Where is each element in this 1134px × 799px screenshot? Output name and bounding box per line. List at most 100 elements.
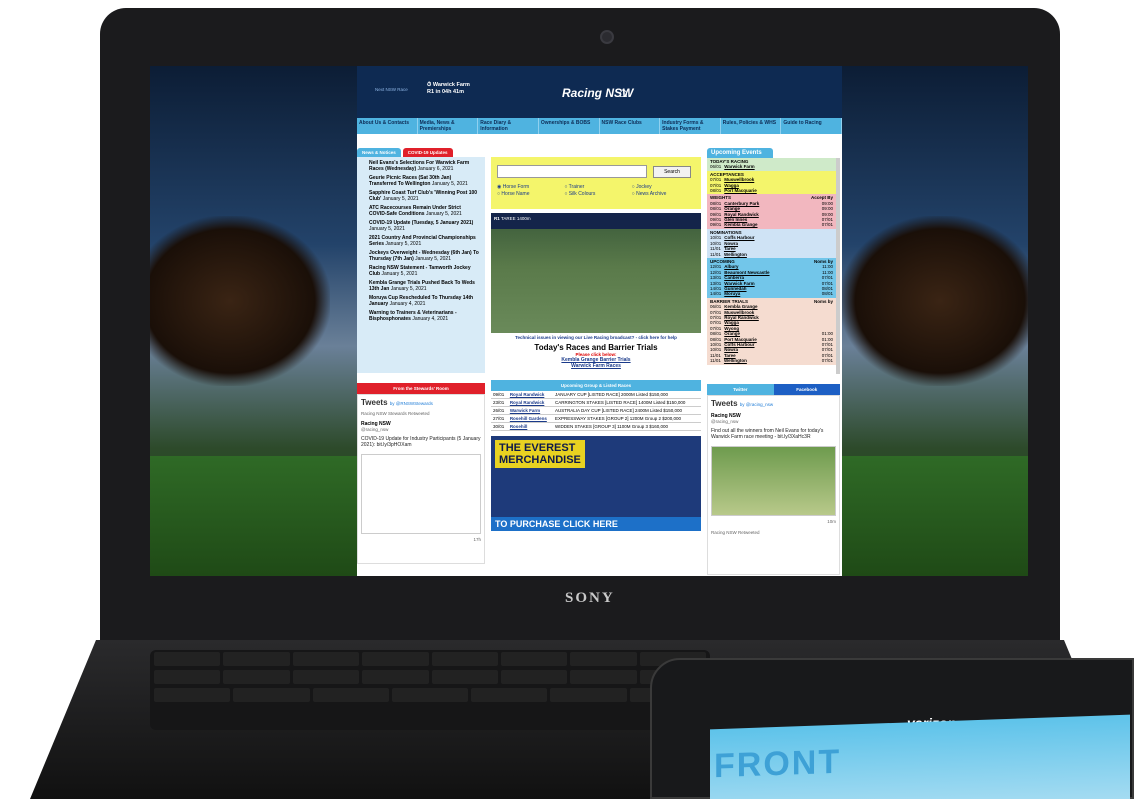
news-item[interactable]: Warning to Trainers & Veterinarians - Bi… (369, 310, 479, 322)
next-race-label[interactable]: Next NSW Race (375, 87, 408, 92)
keyboard (150, 650, 710, 730)
search-panel: Search ◉ Horse Form ○ Trainer ○ Jockey ○… (491, 157, 701, 209)
nav-about[interactable]: About Us & Contacts (357, 118, 418, 134)
key (431, 670, 498, 684)
news-item[interactable]: ATC Racecourses Remain Under Strict COVI… (369, 205, 479, 217)
table-row[interactable]: 09/01 Royal Randwick JANUARY CUP [LISTED R… (491, 391, 701, 399)
laptop-screen: Next NSW Race ⏱ Warwick Farm R1 in 04h 4… (150, 66, 1028, 576)
search-input[interactable] (497, 165, 647, 178)
right-column: Upcoming Events TODAY'S RACING 06/01 Warwi… (707, 148, 840, 575)
news-item[interactable]: Racing NSW Statement - Tamworth Jockey C… (369, 265, 479, 277)
news-item[interactable]: Geurie Picnic Races (Sat 30th Jan) Trans… (369, 175, 479, 187)
key (500, 652, 568, 666)
upcoming-row[interactable]: 11/01 Wellington 07/01 (710, 358, 833, 363)
home-icon[interactable]: ⌂ (619, 84, 628, 101)
tweet-horse-image[interactable] (711, 446, 836, 516)
live-video-player[interactable]: R1 TAREE 1400m (491, 213, 701, 333)
tweet-document-image[interactable] (361, 454, 481, 534)
upcoming-section: WEIGHTS Accept By 08/01 Canterbury Park 09:0… (707, 194, 836, 229)
news-item[interactable]: Kembla Grange Trials Pushed Back To Weds… (369, 280, 479, 292)
tweet-body[interactable]: COVID-19 Update for Industry Participant… (361, 436, 481, 448)
live-help-notice[interactable]: Technical issues in viewing our Live Rac… (493, 335, 699, 340)
upcoming-section: UPCOMING Noms by 12/01 Albury 11:00 12/01 Beau… (707, 257, 836, 298)
phone: verizon FRONT (650, 658, 1134, 799)
search-options: ◉ Horse Form ○ Trainer ○ Jockey ○ Horse … (497, 184, 695, 197)
key (550, 688, 627, 702)
center-column: Search ◉ Horse Form ○ Trainer ○ Jockey ○… (491, 148, 701, 531)
upcoming-section: TODAY'S RACING 06/01 Warwick Farm (707, 158, 836, 171)
retweet-label: Racing NSW Retweeted (711, 530, 760, 535)
news-list: Neil Evans's Selections For Warwick Farm… (357, 157, 485, 373)
video-race-label: R1 (494, 216, 500, 221)
horse-image-right (840, 216, 1028, 386)
tweet-handle[interactable]: @racing_nsw (711, 419, 836, 424)
news-item[interactable]: Sapphire Coast Turf Club's 'Winning Post… (369, 190, 479, 202)
upcoming-row[interactable]: 14/01 Moruya 08/01 (710, 291, 833, 296)
radio-horse-name[interactable]: ○ Horse Name (497, 191, 560, 197)
table-row[interactable]: 23/01 Royal Randwick CARRINGTON STAKES [LI… (491, 398, 701, 407)
news-item[interactable]: Neil Evans's Selections For Warwick Farm… (369, 160, 479, 172)
key (500, 670, 568, 684)
upcoming-row[interactable]: 06/01 Warwick Farm (710, 164, 833, 169)
nav-industry-forms[interactable]: Industry Forms & Stakes Payment (660, 118, 721, 134)
tab-news[interactable]: News & Notices (357, 148, 401, 157)
racing-nsw-website: Next NSW Race ⏱ Warwick Farm R1 in 04h 4… (357, 66, 842, 576)
key (362, 670, 429, 684)
radio-trainer[interactable]: ○ Trainer (564, 184, 627, 190)
radio-horse-form[interactable]: ◉ Horse Form (497, 184, 560, 190)
upcoming-row[interactable]: 11/01 Wellington (710, 252, 833, 257)
news-item[interactable]: Moruya Cup Rescheduled To Thursday 14th … (369, 295, 479, 307)
upcoming-section: ACCEPTANCES 07/01 Muswellbrook 07/01 Wagga 08… (707, 170, 836, 195)
site-header: Next NSW Race ⏱ Warwick Farm R1 in 04h 4… (357, 66, 842, 118)
tab-covid[interactable]: COVID-19 Updates (402, 148, 453, 157)
tweet-body[interactable]: Find out all the winners from Neil Evans… (711, 428, 836, 440)
nav-race-clubs[interactable]: NSW Race Clubs (600, 118, 661, 134)
news-item[interactable]: 2021 Country And Provincial Championship… (369, 235, 479, 247)
nav-rules[interactable]: Rules, Policies & WHS (721, 118, 782, 134)
key (223, 670, 290, 684)
main-nav: About Us & Contacts Media, News & Premie… (357, 118, 842, 136)
table-row[interactable]: 30/01 Rosehill WIDDEN STAKES [GROUP 3] 110… (491, 422, 701, 431)
sony-logo: SONY (565, 590, 615, 606)
news-item[interactable]: Jockeys Overweight - Wednesday (6th Jan)… (369, 250, 479, 262)
key (292, 670, 360, 684)
key (233, 688, 310, 702)
nav-race-diary[interactable]: Race Diary & Information (478, 118, 539, 134)
key (312, 688, 389, 702)
key (154, 688, 231, 702)
upcoming-row[interactable]: 09/01 Kembla Grange 07/01 (710, 222, 833, 227)
nav-media[interactable]: Media, News & Premierships (418, 118, 479, 134)
video-track: TAREE (500, 216, 516, 221)
upcoming-row[interactable]: 08/01 Port Macquarie (710, 188, 833, 193)
nav-ownerships[interactable]: Ownerships & BOBS (539, 118, 600, 134)
tweet-handle[interactable]: @racing_nsw (361, 427, 481, 432)
everest-merch-banner[interactable]: THE EVEREST MERCHANDISE TO PURCHASE CLICK… (491, 436, 701, 531)
tweet-time: 17h (473, 537, 481, 542)
radio-jockey[interactable]: ○ Jockey (632, 184, 695, 190)
key (570, 652, 637, 666)
tweet-time: 10m (827, 519, 836, 524)
horse-image-left (150, 216, 330, 386)
key (362, 652, 429, 666)
search-button[interactable]: Search (653, 165, 691, 178)
live-racing-panel: Technical issues in viewing our Live Rac… (491, 333, 701, 371)
radio-news-archive[interactable]: ○ News Archive (632, 191, 695, 197)
upcoming-section: BARRIER TRIALS Noms by 06/01 Kembla Grange 0… (707, 297, 836, 365)
table-row[interactable]: 27/01 Rosehill Gardens EXPRESSWAY STAKES [… (491, 414, 701, 423)
radio-silk-colours[interactable]: ○ Silk Colours (564, 191, 627, 197)
video-distance: 1400m (516, 216, 531, 221)
link-warwick-farm[interactable]: Warwick Farm Races (493, 363, 699, 369)
nav-guide[interactable]: Guide to Racing (781, 118, 842, 134)
merch-cta[interactable]: TO PURCHASE CLICK HERE (491, 517, 701, 531)
table-row[interactable]: 26/01 Warwick Farm AUSTRALIA DAY CUP [LIST… (491, 406, 701, 415)
key (292, 652, 360, 666)
news-item[interactable]: COVID-19 Update (Tuesday, 5 January 2021… (369, 220, 479, 232)
tab-twitter[interactable]: Twitter (707, 384, 774, 395)
next-race-info[interactable]: ⏱ Warwick Farm R1 in 04h 41m (427, 82, 470, 96)
upcoming-events-list: TODAY'S RACING 06/01 Warwick Farm ACCEPTANC… (707, 158, 840, 374)
tab-facebook[interactable]: Facebook (773, 384, 840, 395)
stewards-tweets: Tweets by @RNSWStewards Racing NSW Stewa… (357, 394, 485, 564)
social-tabs: Twitter Facebook (707, 384, 840, 395)
news-tabs: News & Notices COVID-19 Updates (357, 148, 485, 157)
tweets-title: Tweets by @RNSWStewards (361, 398, 433, 407)
